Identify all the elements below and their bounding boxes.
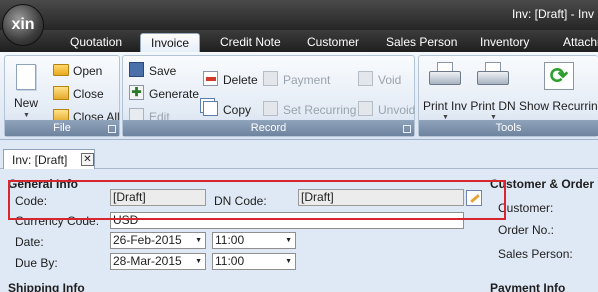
tab-sales-person[interactable]: Sales Person	[386, 33, 457, 52]
copy-label: Copy	[223, 103, 252, 117]
set-recurring-label: Set Recurring	[283, 103, 357, 117]
open-folder-icon	[53, 64, 69, 76]
dropdown-arrow-icon: ▼	[23, 112, 30, 119]
due-date-value: 28-Mar-2015	[113, 254, 182, 268]
date-time-value: 11:00	[215, 233, 245, 247]
general-info-heading: General Info	[8, 177, 79, 191]
tab-quotation[interactable]: Quotation	[70, 33, 122, 52]
currency-code-field[interactable]: USD	[110, 212, 464, 229]
invoice-form: General Info Code: [Draft] DN Code: [Dra…	[0, 169, 598, 292]
new-label: New	[13, 96, 38, 110]
tools-group-label: Tools	[419, 120, 598, 136]
close-label: Close	[73, 87, 104, 101]
show-recurring-button[interactable]: ⟳ Show Recurring	[519, 60, 598, 120]
window-title: Inv: [Draft] - Inv	[511, 7, 594, 21]
ribbon-tab-row: Quotation Invoice Credit Note Customer S…	[0, 30, 598, 52]
shipping-info-heading: Shipping Info	[8, 281, 85, 292]
refresh-icon: ⟳	[544, 62, 574, 90]
due-by-label: Due By:	[15, 256, 58, 270]
close-tab-icon[interactable]: ✕	[81, 153, 94, 166]
copy-button[interactable]: Copy	[203, 101, 261, 119]
date-label: Date:	[15, 235, 44, 249]
code-field[interactable]: [Draft]	[110, 189, 206, 206]
tab-invoice[interactable]: Invoice	[140, 33, 201, 52]
chevron-down-icon: ▼	[195, 258, 202, 265]
record-group-label: Record	[123, 120, 414, 136]
open-label: Open	[73, 64, 103, 78]
app-logo-button[interactable]: xin	[2, 4, 44, 46]
payment-label: Payment	[283, 73, 331, 87]
delete-button[interactable]: Delete	[203, 71, 261, 89]
set-recurring-icon	[263, 101, 278, 116]
payment-icon	[263, 71, 278, 86]
payment-info-heading: Payment Info	[490, 281, 566, 292]
chevron-down-icon: ▼	[285, 258, 292, 265]
title-bar: Inv: [Draft] - Inv	[0, 0, 598, 30]
currency-code-label: Currency Code:	[15, 214, 100, 228]
void-label: Void	[378, 73, 402, 87]
printer-icon	[477, 62, 509, 88]
print-dn-label: Print DN	[470, 99, 516, 113]
customer-label: Customer:	[498, 201, 554, 215]
void-button[interactable]: Void	[358, 71, 414, 89]
printer-icon	[429, 62, 461, 88]
customer-order-heading: Customer & Order	[490, 177, 595, 191]
tab-credit-note[interactable]: Credit Note	[220, 33, 281, 52]
order-no-label: Order No.:	[498, 223, 555, 237]
generate-label: Generate	[149, 87, 200, 101]
tab-customer[interactable]: Customer	[307, 33, 359, 52]
new-button[interactable]: New ▼	[9, 60, 43, 120]
save-button[interactable]: Save	[129, 62, 199, 80]
print-inv-label: Print Inv	[422, 99, 467, 113]
print-dn-button[interactable]: Print DN ▼	[469, 60, 517, 122]
tab-attachment[interactable]: Attachm	[563, 33, 598, 52]
tab-inventory[interactable]: Inventory	[480, 33, 529, 52]
chevron-down-icon: ▼	[195, 237, 202, 244]
close-button[interactable]: Close	[53, 85, 117, 103]
close-file-icon	[53, 86, 69, 100]
date-picker[interactable]: 26-Feb-2015 ▼	[110, 232, 206, 249]
dn-code-field[interactable]: [Draft]	[298, 189, 464, 206]
set-recurring-button[interactable]: Set Recurring	[263, 101, 357, 119]
new-document-icon	[16, 64, 36, 90]
document-tab[interactable]: Inv: [Draft] ✕	[3, 149, 95, 170]
unvoid-label: Unvoid	[378, 103, 416, 117]
tools-group: Print Inv ▼ Print DN ▼ ⟳ Show Recurring …	[418, 55, 598, 137]
file-group-launcher-icon[interactable]	[108, 125, 116, 133]
file-group-label: File	[5, 120, 119, 136]
record-group: Save ✚ Generate Edit Delete Copy Payment…	[122, 55, 415, 137]
show-recurring-label: Show Recurring	[519, 99, 598, 113]
open-button[interactable]: Open	[53, 62, 117, 80]
ribbon: New ▼ Open Close Close All File Save ✚ G…	[0, 52, 598, 140]
record-group-launcher-icon[interactable]	[403, 125, 411, 133]
due-date-picker[interactable]: 28-Mar-2015 ▼	[110, 253, 206, 270]
generate-button[interactable]: ✚ Generate	[129, 85, 201, 103]
code-label: Code:	[15, 194, 48, 208]
due-time-value: 11:00	[215, 254, 245, 268]
chevron-down-icon: ▼	[285, 237, 292, 244]
sales-person-label: Sales Person:	[498, 247, 573, 261]
save-icon	[129, 62, 144, 77]
print-inv-button[interactable]: Print Inv ▼	[421, 60, 469, 122]
file-group: New ▼ Open Close Close All File	[4, 55, 120, 137]
date-value: 26-Feb-2015	[113, 233, 182, 247]
unvoid-button[interactable]: Unvoid	[358, 101, 416, 119]
delete-label: Delete	[223, 73, 258, 87]
document-tab-strip: Inv: [Draft] ✕	[0, 141, 598, 170]
generate-icon: ✚	[129, 85, 144, 100]
dn-code-label: DN Code:	[214, 194, 267, 208]
due-time-picker[interactable]: 11:00 ▼	[212, 253, 296, 270]
copy-icon	[203, 101, 218, 116]
payment-button[interactable]: Payment	[263, 71, 355, 89]
edit-pencil-icon[interactable]	[466, 190, 482, 206]
document-tab-title: Inv: [Draft]	[12, 153, 68, 167]
date-time-picker[interactable]: 11:00 ▼	[212, 232, 296, 249]
save-label: Save	[149, 64, 177, 78]
void-icon	[358, 71, 373, 86]
unvoid-icon	[358, 101, 373, 116]
delete-icon	[203, 71, 218, 86]
